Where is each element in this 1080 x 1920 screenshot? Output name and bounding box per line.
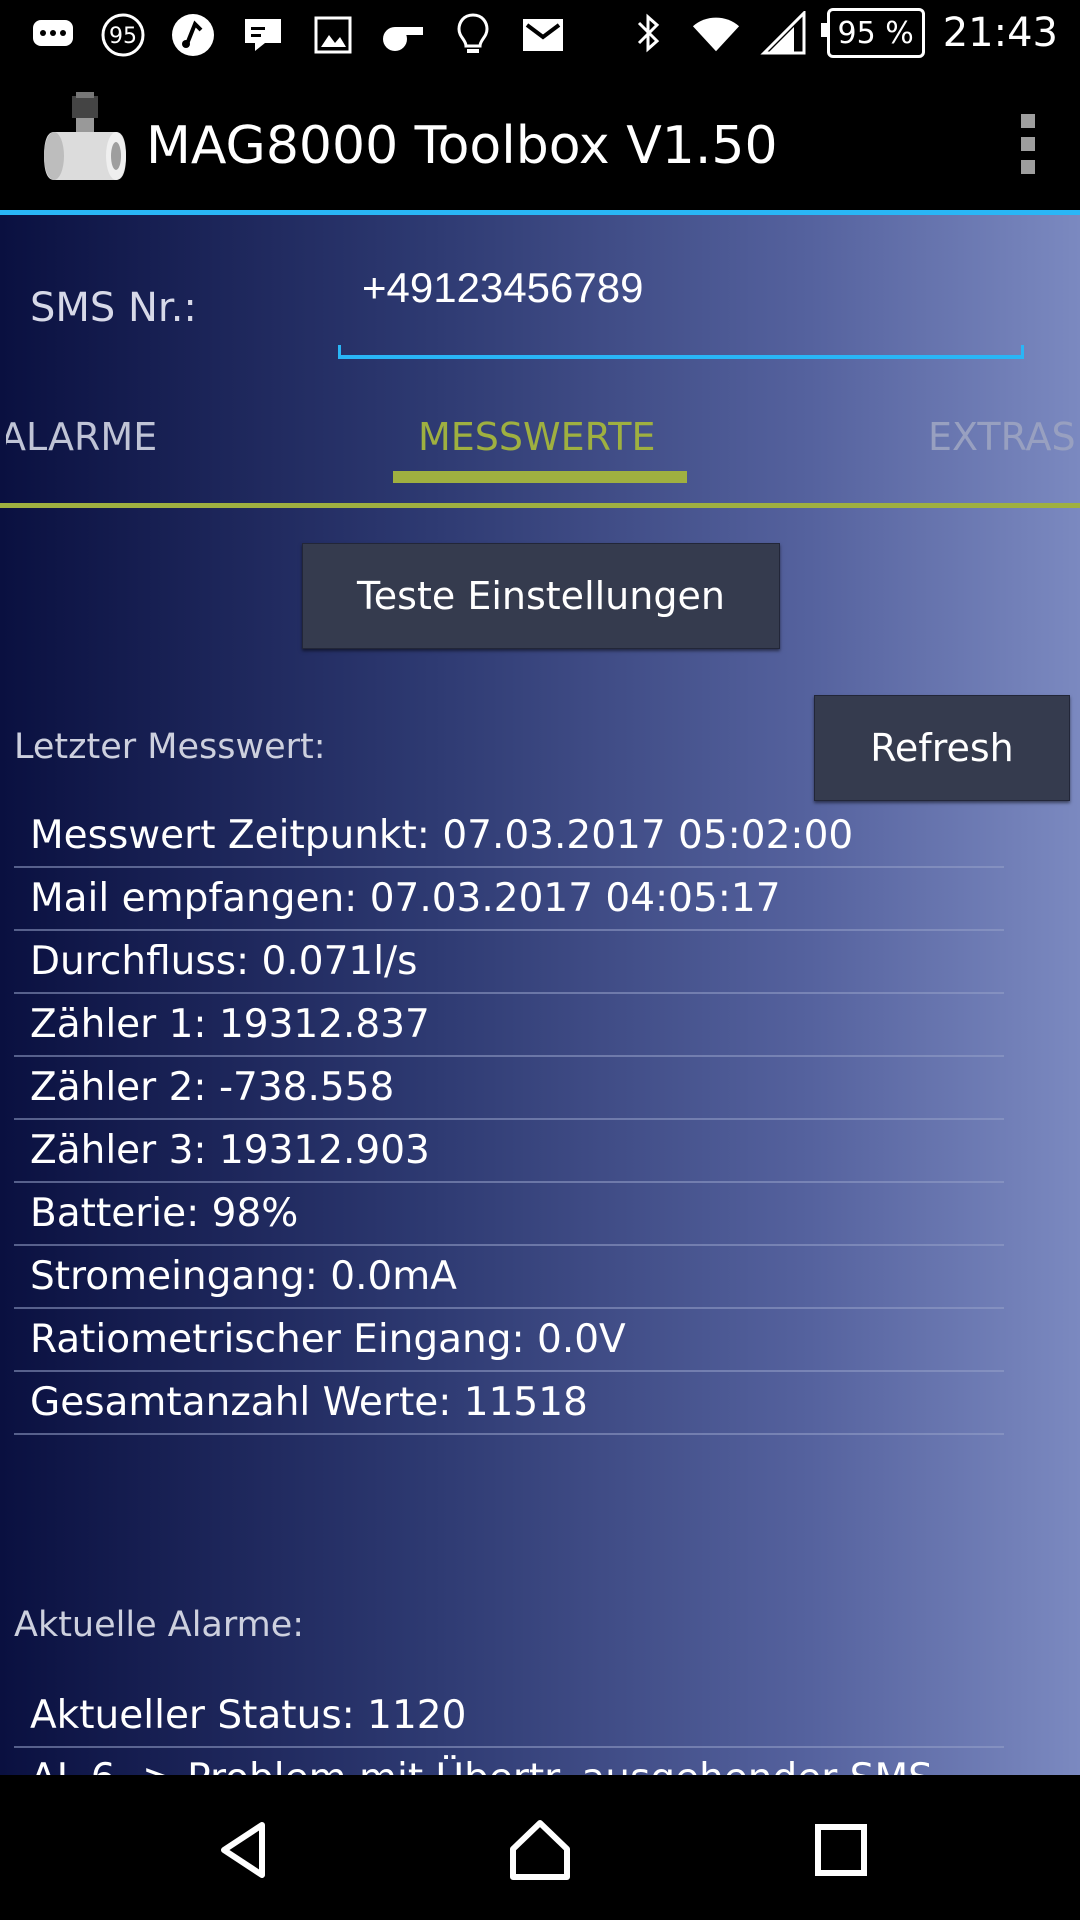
app-title: MAG8000 Toolbox V1.50 — [146, 116, 778, 176]
signal-icon — [759, 8, 809, 58]
list-item: Zähler 1: 19312.837 — [14, 994, 1004, 1057]
tab-divider — [0, 503, 1080, 508]
list-item: Durchfluss: 0.071l/s — [14, 931, 1004, 994]
tab-alarme[interactable]: ALARME — [6, 415, 157, 459]
app-bar: MAG8000 Toolbox V1.50 — [0, 72, 1080, 212]
last-measurement-label: Letzter Messwert: — [14, 727, 326, 767]
bluetooth-icon — [623, 8, 673, 58]
list-item: Ratiometrischer Eingang: 0.0V — [14, 1309, 1004, 1372]
back-icon[interactable] — [210, 1815, 280, 1885]
image-icon — [308, 10, 358, 60]
tab-selected-indicator — [393, 471, 687, 483]
list-item: Aktueller Status: 1120 — [14, 1685, 1004, 1748]
clock: 21:43 — [942, 10, 1058, 56]
measurement-list: Messwert Zeitpunkt: 07.03.2017 05:02:00 … — [14, 805, 1004, 1435]
recent-apps-icon[interactable] — [806, 1815, 876, 1885]
list-item: Batterie: 98% — [14, 1183, 1004, 1246]
battery-level: 95 % — [837, 15, 914, 51]
sms-number-input[interactable] — [338, 255, 1024, 321]
message-icon — [238, 10, 288, 60]
status-bar: 95 95 % 21:43 — [0, 0, 1080, 72]
sms-number-label: SMS Nr.: — [30, 285, 197, 331]
current-alarms-label: Aktuelle Alarme: — [14, 1605, 305, 1645]
list-item: Mail empfangen: 07.03.2017 04:05:17 — [14, 868, 1004, 931]
list-item: AL 6 -> Problem mit Übertr. ausgehender … — [14, 1748, 1004, 1775]
home-icon[interactable] — [505, 1815, 575, 1885]
main-content: SMS Nr.: ALARME MESSWERTE EXTRAS Teste E… — [0, 215, 1080, 1775]
badge-number: 95 — [109, 24, 137, 49]
chat-icon — [28, 10, 78, 60]
refresh-button[interactable]: Refresh — [814, 695, 1070, 801]
battery-indicator: 95 % — [820, 8, 925, 58]
bulb-icon — [448, 10, 498, 60]
list-item: Zähler 3: 19312.903 — [14, 1120, 1004, 1183]
wifi-icon — [691, 8, 741, 58]
overflow-menu-icon[interactable] — [1016, 114, 1040, 174]
tab-extras[interactable]: EXTRAS — [928, 415, 1080, 459]
list-item: Gesamtanzahl Werte: 11518 — [14, 1372, 1004, 1435]
badge-icon: 95 — [98, 10, 148, 60]
list-item: Messwert Zeitpunkt: 07.03.2017 05:02:00 — [14, 805, 1004, 868]
mail-icon — [518, 10, 568, 60]
tab-messwerte[interactable]: MESSWERTE — [418, 415, 655, 459]
whistle-icon — [378, 10, 428, 60]
list-item: Stromeingang: 0.0mA — [14, 1246, 1004, 1309]
test-settings-button[interactable]: Teste Einstellungen — [302, 543, 780, 649]
tab-bar: ALARME MESSWERTE EXTRAS — [0, 395, 1080, 505]
alarm-list: Aktueller Status: 1120 AL 6 -> Problem m… — [14, 1685, 1004, 1775]
list-item: Zähler 2: -738.558 — [14, 1057, 1004, 1120]
sms-input-underline — [338, 345, 1024, 359]
navigation-bar — [0, 1775, 1080, 1920]
app-logo-icon — [40, 92, 130, 192]
music-icon — [168, 10, 218, 60]
